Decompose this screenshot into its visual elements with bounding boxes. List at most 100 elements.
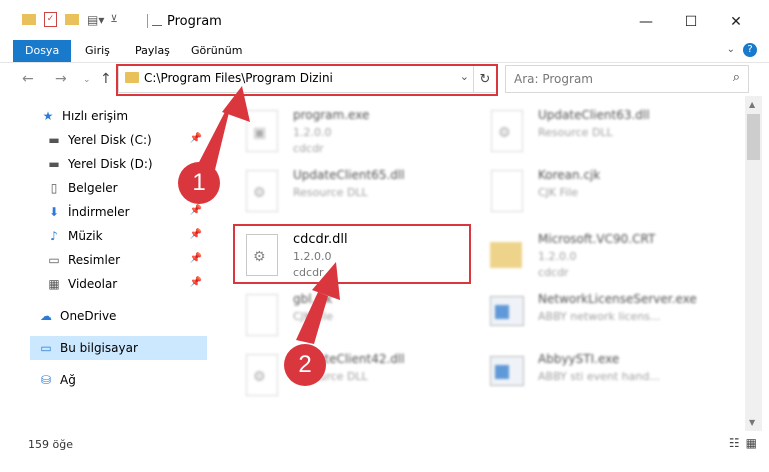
document-icon: ▯ [50,181,58,195]
file-tile[interactable]: Microsoft.VC90.CRT 1.2.0.0 cdcdr [478,226,718,282]
title-folder-icon [152,16,162,26]
title-separator [147,14,148,28]
computer-icon: ▭ [40,341,52,355]
search-placeholder: Ara: Program [514,72,593,86]
file-name: gbl.cjk [293,292,333,306]
file-tile[interactable]: ▣ program.exe 1.2.0.0 cdcdr [233,102,473,158]
sidebar-item-label: Yerel Disk (C:) [68,133,152,147]
sidebar-item-label: Ağ [60,373,76,387]
search-icon: ⌕ [732,70,740,85]
ribbon: Dosya Giriş Paylaş Görünüm ⌄ ? [0,40,769,63]
sidebar-item-label: OneDrive [60,309,117,323]
pin-icon[interactable]: 📌 [190,229,202,240]
vertical-scrollbar[interactable]: ▲ ▼ [745,96,762,431]
sidebar-item-label: Yerel Disk (D:) [68,157,153,171]
file-name: NetworkLicenseServer.exe [538,292,697,306]
file-detail: ABBY network licens... [538,310,661,323]
customize-dropdown-icon[interactable]: ⊻ [110,14,117,25]
close-button[interactable]: ✕ [718,8,754,36]
forward-arrow-icon[interactable]: → [55,71,67,87]
file-detail: 1.2.0.0 [538,250,577,263]
tab-home[interactable]: Giriş [85,40,110,62]
view-toggle: ☷ ▦ [729,436,757,450]
maximize-button[interactable]: ☐ [673,8,709,36]
properties-icon[interactable]: ✓ [44,12,57,27]
drive-icon: ▬ [48,133,60,147]
scroll-up-icon[interactable]: ▲ [749,100,755,109]
up-arrow-icon[interactable]: ↑ [100,71,112,87]
quick-access-toolbar: ✓ ▤▾ ⊻ [22,12,118,27]
file-detail: CJK File [293,310,334,323]
tab-share[interactable]: Paylaş [135,40,170,62]
file-tile[interactable]: ⚙ UpdateClient63.dll Resource DLL [478,102,718,158]
sidebar-item-music[interactable]: ♪ Müzik 📌 [46,224,208,248]
file-detail: CJK File [538,186,579,199]
tab-view[interactable]: Görünüm [191,40,242,62]
new-folder-icon[interactable] [65,14,79,25]
sidebar-item-quick-access[interactable]: ★ Hızlı erişim [40,104,208,128]
pin-icon[interactable]: 📌 [190,253,202,264]
file-detail: cdcdr [538,266,569,279]
pin-icon[interactable]: 📌 [190,133,202,144]
minimize-button[interactable]: — [628,8,664,36]
sidebar-item-local-disk-c[interactable]: ▬ Yerel Disk (C:) 📌 [46,128,208,152]
sidebar-item-label: Resimler [68,253,121,267]
file-tile[interactable]: ⚙ UpdateClient65.dll Resource DLL [233,162,473,218]
file-tile[interactable]: gbl.cjk CJK File [233,286,473,342]
recent-dropdown-icon[interactable]: ⌄ [83,75,91,85]
sidebar-item-videos[interactable]: ▦ Videolar 📌 [46,272,208,296]
star-icon: ★ [42,109,54,123]
large-icons-view-icon[interactable]: ▦ [746,436,757,450]
file-name: AbbyySTI.exe [538,352,620,366]
file-tile[interactable]: NetworkLicenseServer.exe ABBY network li… [478,286,718,342]
pin-icon[interactable]: 📌 [190,205,202,216]
search-input[interactable]: Ara: Program ⌕ [505,65,749,93]
dll-icon: ⚙ [241,352,281,396]
details-view-icon[interactable]: ☷ [729,436,740,450]
file-tile[interactable]: AbbyySTI.exe ABBY sti event hand... [478,346,718,402]
item-count: 159 öğe [28,438,73,451]
folder-icon[interactable] [22,14,36,25]
back-arrow-icon[interactable]: ← [22,71,34,87]
view-icon[interactable]: ▤▾ [87,13,104,27]
file-tile[interactable]: ⚙ UpdateClient42.dll Resource DLL [233,346,473,402]
exe-icon [486,352,526,396]
file-detail: Resource DLL [293,186,368,199]
sidebar-item-onedrive[interactable]: ☁ OneDrive [38,304,208,328]
file-tile[interactable]: Korean.cjk CJK File [478,162,718,218]
pin-icon[interactable]: 📌 [190,277,202,288]
help-button[interactable]: ? [743,43,757,57]
file-detail: ABBY sti event hand... [538,370,660,383]
sidebar-item-label: Videolar [68,277,118,291]
file-name: Microsoft.VC90.CRT [538,232,656,246]
file-detail: 1.2.0.0 [293,126,332,139]
window-title: Program [167,14,222,29]
file-name: Korean.cjk [538,168,601,182]
title-bar: ✓ ▤▾ ⊻ Program — ☐ ✕ [0,0,769,40]
drive-icon: ▬ [48,157,60,171]
sidebar-item-label: Belgeler [68,181,118,195]
sidebar-item-label: İndirmeler [68,205,130,219]
address-highlight-box [116,64,498,96]
dll-icon: ⚙ [486,108,526,152]
file-name: UpdateClient63.dll [538,108,650,122]
sidebar-item-pictures[interactable]: ▭ Resimler 📌 [46,248,208,272]
pictures-icon: ▭ [48,253,60,267]
file-detail: cdcdr [293,142,324,155]
file-name: program.exe [293,108,370,122]
sidebar-item-label: Müzik [68,229,103,243]
sidebar-item-this-pc[interactable]: ▭ Bu bilgisayar [30,336,207,360]
scrollbar-thumb[interactable] [747,114,760,160]
tab-file[interactable]: Dosya [13,40,72,62]
scroll-down-icon[interactable]: ▼ [749,418,755,427]
exe-icon: ▣ [241,108,281,152]
sidebar-item-network[interactable]: ⛁ Ağ [38,368,208,392]
file-name: UpdateClient65.dll [293,168,405,182]
navigation-pane: ★ Hızlı erişim ▬ Yerel Disk (C:) 📌 ▬ Yer… [0,96,210,431]
status-bar: 159 öğe ☷ ▦ [0,432,769,472]
sidebar-item-downloads[interactable]: ⬇ İndirmeler 📌 [46,200,208,224]
file-highlight-box [233,224,471,284]
annotation-circle-1: 1 [178,162,220,204]
sidebar-item-label: Bu bilgisayar [60,341,138,355]
expand-ribbon-icon[interactable]: ⌄ [727,44,735,55]
